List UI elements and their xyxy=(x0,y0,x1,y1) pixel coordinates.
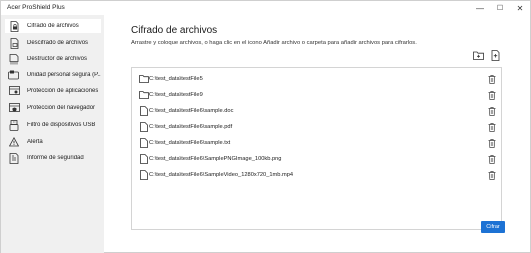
maximize-button[interactable]: ☐ xyxy=(490,1,510,15)
sidebar-item-app-protection[interactable]: Protección de aplicaciones xyxy=(5,84,101,98)
list-item[interactable]: C:\test_data\testFile6\sample.txt xyxy=(132,135,501,151)
app-title: Acer ProShield Plus xyxy=(7,4,65,11)
window-controls: — ☐ ✕ xyxy=(470,1,530,15)
trash-icon[interactable] xyxy=(487,138,496,148)
main-panel: Cifrado de archivos Arrastre y coloque a… xyxy=(104,15,531,253)
encrypt-button[interactable]: Cifrar xyxy=(481,221,505,233)
minimize-icon: — xyxy=(476,3,484,13)
file-icon xyxy=(139,153,149,165)
file-icon xyxy=(139,105,149,117)
sidebar-item-label: Protección de aplicaciones xyxy=(27,88,99,94)
sidebar-item-label: Protección del navegador xyxy=(27,105,96,111)
minimize-button[interactable]: — xyxy=(470,1,490,15)
list-item[interactable]: C:\test_data\testFile6\SampleVideo_1280x… xyxy=(132,167,501,183)
sidebar-item-file-encryption[interactable]: Cifrado de archivos xyxy=(5,19,101,33)
add-folder-button[interactable] xyxy=(472,50,484,62)
page-title: Cifrado de archivos xyxy=(131,25,218,36)
trash-icon[interactable] xyxy=(487,106,496,116)
sidebar: Cifrado de archivos Descifrado de archiv… xyxy=(1,15,104,253)
sidebar-item-personal-drive[interactable]: Unidad personal segura (P... xyxy=(5,68,101,82)
trash-icon[interactable] xyxy=(487,74,496,84)
file-path: C:\test_data\testFile6\SampleVideo_1280x… xyxy=(149,172,294,178)
trash-icon[interactable] xyxy=(487,170,496,180)
list-item[interactable]: C:\test_data\testFile6\sample.pdf xyxy=(132,119,501,135)
file-path: C:\test_data\testFile6\sample.txt xyxy=(149,140,231,146)
sidebar-item-label: Unidad personal segura (P... xyxy=(26,72,101,78)
add-file-button[interactable] xyxy=(489,49,501,63)
file-path: C:\test_data\testFile6\SamplePNGImage_10… xyxy=(149,156,282,162)
list-item[interactable]: C:\test_data\testFile5 xyxy=(132,71,501,87)
folder-icon xyxy=(139,73,149,85)
sidebar-item-file-decryption[interactable]: Descifrado de archivos xyxy=(5,36,101,50)
sidebar-item-security-report[interactable]: Informe de seguridad xyxy=(5,151,101,165)
file-lock-icon xyxy=(8,20,20,32)
sidebar-item-alert[interactable]: Alerta xyxy=(5,135,101,149)
app-window: Acer ProShield Plus — ☐ ✕ Cifrado de arc… xyxy=(0,0,531,253)
alert-icon xyxy=(8,136,20,148)
folder-icon xyxy=(139,89,149,101)
file-path: C:\test_data\testFile6\sample.doc xyxy=(149,108,234,114)
maximize-icon: ☐ xyxy=(496,5,504,12)
list-item[interactable]: C:\test_data\testFile9 xyxy=(132,87,501,103)
add-folder-icon xyxy=(472,51,484,62)
drive-icon xyxy=(8,69,20,81)
add-file-icon xyxy=(491,49,500,63)
file-path: C:\test_data\testFile9 xyxy=(149,92,203,98)
list-item[interactable]: C:\test_data\testFile6\SamplePNGImage_10… xyxy=(132,151,501,167)
file-unlock-icon xyxy=(8,37,20,49)
page-subtitle: Arrastre y coloque archivos, o haga clic… xyxy=(131,40,417,46)
trash-icon[interactable] xyxy=(487,122,496,132)
file-icon xyxy=(139,121,149,133)
sidebar-item-label: Cifrado de archivos xyxy=(27,23,79,29)
trash-icon[interactable] xyxy=(487,154,496,164)
sidebar-item-label: Informe de seguridad xyxy=(27,155,84,161)
sidebar-item-label: Descifrado de archivos xyxy=(27,40,89,46)
sidebar-item-label: Destructor de archivos xyxy=(27,56,88,62)
sidebar-item-label: Alerta xyxy=(27,139,43,145)
browser-icon xyxy=(8,102,20,114)
close-icon: ✕ xyxy=(516,3,524,13)
file-icon xyxy=(139,137,149,149)
sidebar-item-usb-filter[interactable]: Filtro de dispositivos USB xyxy=(5,118,101,132)
file-list[interactable]: C:\test_data\testFile5 C:\test_data\test… xyxy=(131,67,502,230)
sidebar-item-label: Filtro de dispositivos USB xyxy=(27,122,96,128)
file-shred-icon xyxy=(8,53,20,65)
file-path: C:\test_data\testFile5 xyxy=(149,76,203,82)
title-bar: Acer ProShield Plus — ☐ ✕ xyxy=(1,1,530,15)
app-shield-icon xyxy=(8,85,20,97)
list-item[interactable]: C:\test_data\testFile6\sample.doc xyxy=(132,103,501,119)
trash-icon[interactable] xyxy=(487,90,496,100)
sidebar-item-browser-protection[interactable]: Protección del navegador xyxy=(5,101,101,115)
file-path: C:\test_data\testFile6\sample.pdf xyxy=(149,124,233,130)
close-button[interactable]: ✕ xyxy=(510,1,530,15)
usb-icon xyxy=(8,119,20,131)
sidebar-item-file-shredder[interactable]: Destructor de archivos xyxy=(5,52,101,66)
file-icon xyxy=(139,169,149,181)
report-icon xyxy=(8,152,20,164)
